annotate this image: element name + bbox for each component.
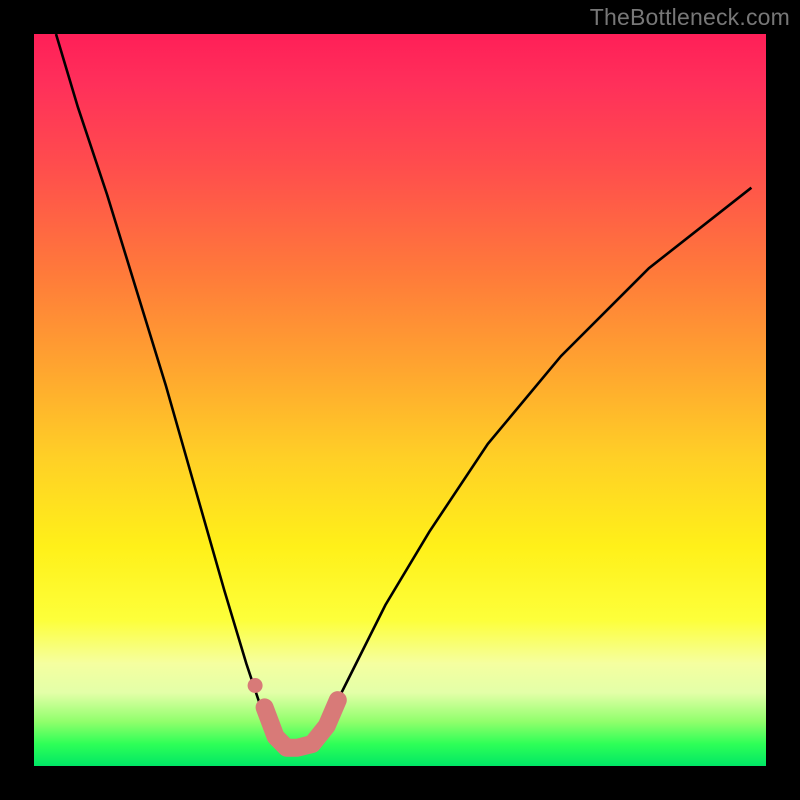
bottleneck-curve [56,34,751,748]
plot-area [34,34,766,766]
curve-svg [34,34,766,766]
chart-frame: TheBottleneck.com [0,0,800,800]
highlight-band [265,700,338,748]
watermark-text: TheBottleneck.com [590,4,790,31]
highlight-dot [248,678,263,693]
